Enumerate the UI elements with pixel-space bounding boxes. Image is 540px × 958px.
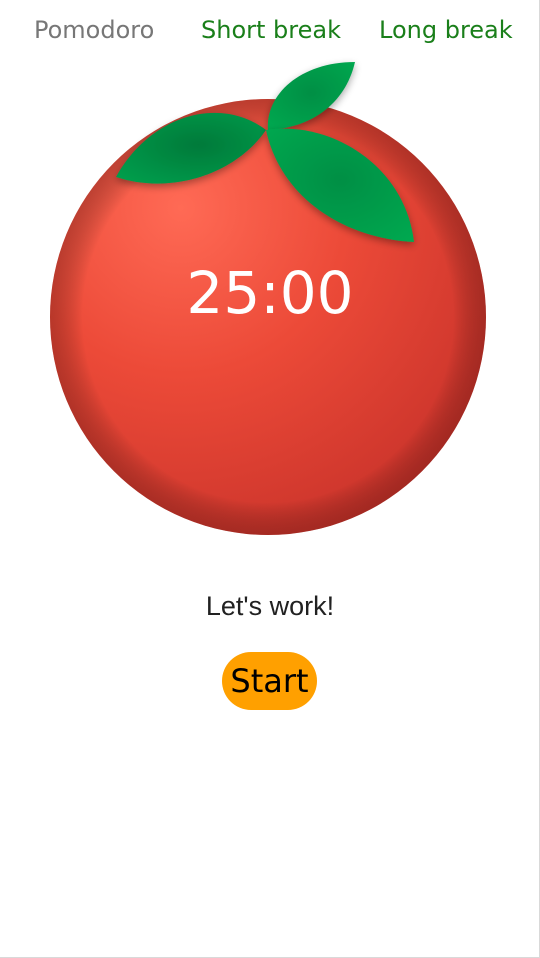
tab-short-break[interactable]: Short break: [201, 12, 341, 48]
tab-pomodoro[interactable]: Pomodoro: [34, 12, 154, 48]
mode-tabs: Pomodoro Short break Long break: [0, 12, 540, 48]
start-button[interactable]: Start: [222, 652, 317, 710]
timer-display: 25:00: [186, 259, 354, 327]
status-message: Let's work!: [205, 591, 335, 621]
tab-long-break[interactable]: Long break: [379, 12, 513, 48]
